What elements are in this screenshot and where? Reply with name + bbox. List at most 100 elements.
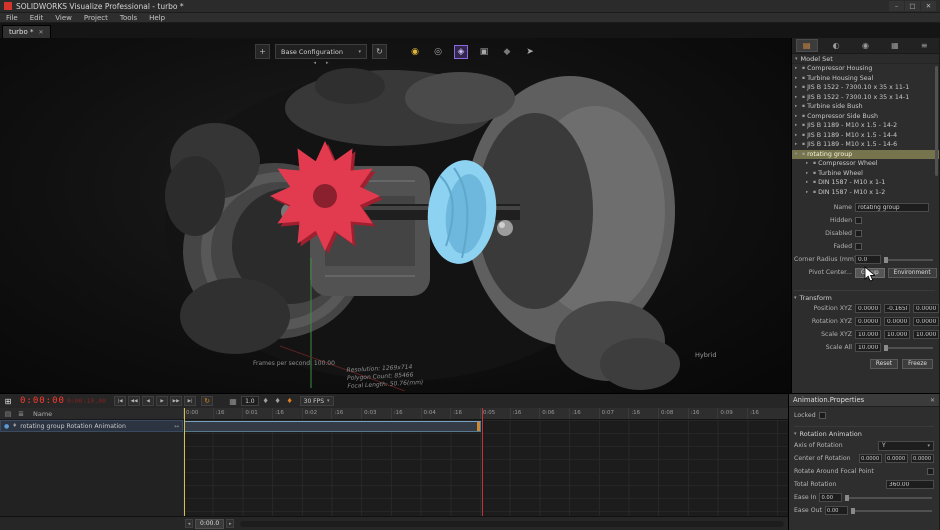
skip-start-button[interactable]: |◀ (114, 396, 127, 406)
tab-models[interactable]: ▤ (795, 39, 818, 52)
position-y-input[interactable] (884, 304, 910, 313)
scale-y-input[interactable] (884, 330, 910, 339)
lighting-icon[interactable]: ◉ (408, 45, 422, 59)
menu-help[interactable]: Help (143, 13, 171, 22)
menu-file[interactable]: File (0, 13, 24, 22)
chevron-right-icon[interactable]: ▸ (806, 161, 811, 166)
select-tool-icon[interactable]: ➤ (523, 45, 537, 59)
ease-in-slider[interactable] (845, 494, 934, 502)
axis-dropdown[interactable]: Y ▾ (878, 440, 934, 451)
pivot-environment-button[interactable]: Environment (887, 267, 937, 278)
tree-item[interactable]: ▸ ▪ JIS B 1189 - M10 x 1.5 - 14-6 (792, 140, 939, 150)
autokey-icon[interactable]: ♦ (285, 397, 295, 405)
tab-close-icon[interactable]: ✕ (39, 29, 44, 36)
scale-x-input[interactable] (855, 330, 881, 339)
center-z-input[interactable] (911, 454, 934, 463)
locked-checkbox[interactable] (818, 412, 826, 419)
chevron-right-icon[interactable]: ▸ (806, 180, 811, 185)
track-list-icon[interactable]: ▤ (3, 408, 13, 419)
rotation-z-input[interactable] (913, 317, 939, 326)
render-mode-icon[interactable]: ▣ (477, 45, 491, 59)
center-y-input[interactable] (885, 454, 908, 463)
snap-mode-icon[interactable]: ◈ (454, 44, 468, 59)
scroll-left-icon[interactable]: ◂ (185, 519, 193, 528)
tree-item[interactable]: ▸ ▪ Compressor Wheel (792, 159, 939, 169)
animation-clip-bar[interactable] (184, 421, 481, 432)
panel-layout-icon[interactable]: ⊞ (2, 396, 14, 407)
ease-out-slider[interactable] (850, 507, 934, 515)
skip-end-button[interactable]: ▶| (184, 396, 197, 406)
chevron-down-icon[interactable]: ▾ (795, 152, 800, 157)
chevron-right-icon[interactable]: ▸ (795, 123, 800, 128)
minimize-button[interactable]: – (889, 1, 904, 11)
tree-item[interactable]: ▸ ▪ JIS B 1522 - 7300.10 x 35 x 11-1 (792, 83, 939, 93)
scale-all-slider[interactable] (884, 344, 935, 352)
fps-dropdown[interactable]: 30 FPS ▾ (299, 396, 334, 406)
tree-item[interactable]: ▸ ▪ JIS B 1189 - M10 x 1.5 - 14-4 (792, 131, 939, 141)
position-z-input[interactable] (913, 304, 939, 313)
next-config-icon[interactable]: ▸ (326, 60, 329, 66)
name-input[interactable] (855, 203, 929, 212)
ease-in-input[interactable] (819, 493, 843, 502)
freeze-button[interactable]: Freeze (902, 359, 933, 369)
maximize-button[interactable]: □ (905, 1, 920, 11)
chevron-right-icon[interactable]: ▸ (795, 66, 800, 71)
chevron-right-icon[interactable]: ▸ (806, 171, 811, 176)
chevron-right-icon[interactable]: ▸ (795, 114, 800, 119)
refresh-button[interactable]: ↻ (372, 44, 387, 59)
tree-item[interactable]: ▸ ▪ Turbine Wheel (792, 169, 939, 179)
ease-out-input[interactable] (824, 506, 848, 515)
turntable-icon[interactable]: ◎ (431, 45, 445, 59)
timeline-grid[interactable] (183, 420, 788, 516)
scroll-track[interactable] (240, 520, 784, 527)
add-configuration-button[interactable]: + (255, 44, 270, 59)
total-rotation-input[interactable] (886, 480, 934, 489)
tree-item[interactable]: ▸ ▪ Compressor Side Bush (792, 112, 939, 122)
reset-button[interactable]: Reset (869, 359, 899, 369)
viewport-3d[interactable]: + Base Configuration ▾ ◂ ▸ ↻ ◉ ◎ ◈ ▣ ◆ ➤ (0, 38, 792, 393)
tree-item[interactable]: ▸ ▪ JIS B 1522 - 7300.10 x 35 x 14-1 (792, 93, 939, 103)
rotation-x-input[interactable] (855, 317, 881, 326)
tab-environments[interactable]: ◉ (854, 39, 876, 52)
pivot-group-button[interactable]: Group (855, 267, 885, 278)
rotation-y-input[interactable] (884, 317, 910, 326)
corner-radius-slider[interactable] (884, 256, 935, 264)
menu-edit[interactable]: Edit (24, 13, 50, 22)
scale-all-input[interactable] (855, 343, 881, 352)
chevron-right-icon[interactable]: ▸ (795, 95, 800, 100)
close-button[interactable]: ✕ (921, 1, 936, 11)
chevron-right-icon[interactable]: ▸ (795, 85, 800, 90)
vr-mode-icon[interactable]: ◆ (500, 45, 514, 59)
tree-item[interactable]: ▸ ▪ Turbine Housing Seal (792, 74, 939, 84)
tab-appearances[interactable]: ◐ (825, 39, 847, 52)
position-x-input[interactable] (855, 304, 881, 313)
disabled-checkbox[interactable] (855, 230, 862, 237)
time-scroll-value[interactable]: 0:00.0 (195, 518, 225, 529)
center-x-input[interactable] (859, 454, 882, 463)
step-forward-button[interactable]: ▶▶ (170, 396, 183, 406)
scale-z-input[interactable] (913, 330, 939, 339)
add-keyframe-icon[interactable]: ♦ (261, 397, 271, 405)
playhead-current[interactable] (184, 408, 185, 516)
prev-config-icon[interactable]: ◂ (313, 60, 316, 66)
track-row[interactable]: ● ♦ rotating group Rotation Animation ↔ (0, 420, 183, 432)
model-set-header[interactable]: ▾ Model Set (792, 54, 939, 64)
tree-item[interactable]: ▸ ▪ Compressor Housing (792, 64, 939, 74)
track-filter-icon[interactable]: ≣ (16, 408, 26, 419)
chevron-right-icon[interactable]: ▸ (806, 190, 811, 195)
menu-tools[interactable]: Tools (114, 13, 143, 22)
tab-options[interactable]: ≡ (913, 39, 935, 52)
corner-radius-input[interactable] (855, 255, 881, 264)
chevron-right-icon[interactable]: ▸ (795, 142, 800, 147)
tree-item[interactable]: ▸ ▪ DIN 1587 - M10 x 1-2 (792, 188, 939, 198)
playhead-marker[interactable] (482, 408, 483, 516)
tree-scrollbar[interactable] (935, 66, 938, 176)
faded-checkbox[interactable] (855, 243, 862, 250)
tree-item[interactable]: ▸ ▪ Turbine side Bush (792, 102, 939, 112)
scroll-right-icon[interactable]: ▸ (226, 519, 235, 528)
tab-turbo[interactable]: turbo * ✕ (2, 25, 51, 38)
expand-arrows-icon[interactable]: ↔ (174, 423, 179, 430)
tree-item[interactable]: ▸ ▪ JIS B 1189 - M10 x 1.5 - 14-2 (792, 121, 939, 131)
onion-skin-icon[interactable]: ▦ (227, 396, 239, 407)
chevron-right-icon[interactable]: ▸ (795, 104, 800, 109)
